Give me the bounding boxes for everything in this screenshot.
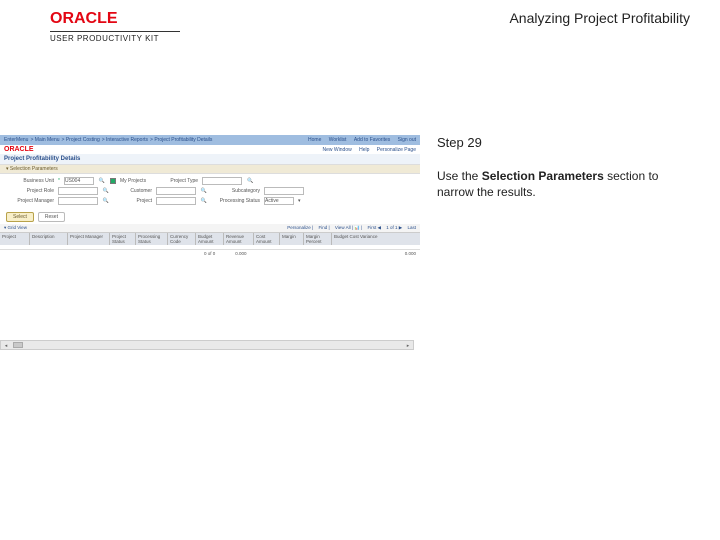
grid-header: Project Description Project Manager Proj… <box>0 233 420 245</box>
col-project[interactable]: Project <box>0 233 30 245</box>
oracle-logo: ORACLE <box>50 10 118 28</box>
panel-title: Project Profitability Details <box>0 154 420 164</box>
project-role-input[interactable] <box>58 187 98 195</box>
breadcrumb-item[interactable]: Project Costing <box>66 137 100 143</box>
page-header: ORACLE USER PRODUCTIVITY KIT Analyzing P… <box>50 10 690 43</box>
link-view-all[interactable]: View All <box>335 225 351 230</box>
lookup-icon[interactable]: 🔍 <box>246 177 254 185</box>
business-unit-input[interactable]: US004 <box>64 177 94 185</box>
footer-sum: 0.000 <box>235 251 246 256</box>
link-favorites[interactable]: Add to Favorites <box>354 137 390 143</box>
grid-footer: 0 of 0 0.000 0.000 <box>0 249 420 257</box>
step-text: Use the Selection Parameters section to … <box>437 168 687 200</box>
oracle-bar: ORACLE New Window Help Personalize Page <box>0 145 420 154</box>
project-input[interactable] <box>156 197 196 205</box>
col-currency[interactable]: Currency Code <box>168 233 196 245</box>
selection-parameters: Business Unit * US004 🔍 My Projects Project… <box>0 174 420 210</box>
breadcrumb-right: Home Worklist Add to Favorites Sign out <box>302 137 416 143</box>
param-row: Project Role 🔍 Customer 🔍 Subcategory <box>6 187 414 195</box>
grid-view-label: Grid View <box>8 225 27 230</box>
breadcrumb-left: EnterMenu> Main Menu> Project Costing> I… <box>4 137 214 143</box>
grid-toolbar: ▾ Grid View Personalize | Find | View Al… <box>0 224 420 233</box>
breadcrumb-item[interactable]: Interactive Reports <box>106 137 148 143</box>
link-new-window[interactable]: New Window <box>323 147 352 153</box>
subcategory-input[interactable] <box>264 187 304 195</box>
breadcrumb-item[interactable]: Main Menu <box>35 137 60 143</box>
link-signout[interactable]: Sign out <box>398 137 416 143</box>
lookup-icon[interactable]: 🔍 <box>102 197 110 205</box>
breadcrumb: EnterMenu> Main Menu> Project Costing> I… <box>0 135 420 145</box>
col-revenue[interactable]: Revenue Amount <box>224 233 254 245</box>
col-margin-pct[interactable]: Margin Percent <box>304 233 332 245</box>
footer-right: 0.000 <box>405 251 416 256</box>
project-manager-input[interactable] <box>58 197 98 205</box>
scroll-right-icon[interactable]: ▸ <box>403 341 413 351</box>
link-find[interactable]: Find <box>318 225 327 230</box>
label-project-manager: Project Manager <box>6 198 54 204</box>
chevron-down-icon[interactable]: ▾ <box>298 198 301 204</box>
selection-parameters-header[interactable]: ▾ Selection Parameters <box>0 164 420 174</box>
lookup-icon[interactable]: 🔍 <box>102 187 110 195</box>
button-bar: Select Reset <box>0 210 420 224</box>
col-description[interactable]: Description <box>30 233 68 245</box>
label-customer: Customer <box>114 188 152 194</box>
lookup-icon[interactable]: 🔍 <box>200 197 208 205</box>
required-icon: * <box>58 178 60 184</box>
link-help[interactable]: Help <box>359 147 369 153</box>
label-project: Project <box>114 198 152 204</box>
label-business-unit: Business Unit <box>6 178 54 184</box>
step-text-bold: Selection Parameters <box>482 169 604 183</box>
step-label: Step 29 <box>437 135 687 150</box>
grid-view-toggle[interactable]: ▾ Grid View <box>4 225 33 231</box>
scroll-thumb[interactable] <box>13 342 23 348</box>
nav-last[interactable]: Last <box>407 225 416 230</box>
breadcrumb-item[interactable]: EnterMenu <box>4 137 28 143</box>
label-my-projects: My Projects <box>120 178 146 184</box>
my-projects-checkbox[interactable] <box>110 178 116 184</box>
oracle-brand: ORACLE <box>4 146 34 153</box>
link-personalize[interactable]: Personalize <box>287 225 311 230</box>
step-text-prefix: Use the <box>437 169 482 183</box>
instruction-panel: Step 29 Use the Selection Parameters sec… <box>437 135 687 200</box>
col-margin[interactable]: Margin <box>280 233 304 245</box>
col-cost[interactable]: Cost Amount <box>254 233 280 245</box>
link-personalize[interactable]: Personalize Page <box>377 147 416 153</box>
link-home[interactable]: Home <box>308 137 321 143</box>
processing-status-select[interactable]: Active <box>264 197 294 205</box>
horizontal-scrollbar[interactable]: ◂ ▸ <box>0 340 414 350</box>
lookup-icon[interactable]: 🔍 <box>98 177 106 185</box>
reset-button[interactable]: Reset <box>38 212 65 222</box>
col-variance[interactable]: Budget Cost Variance <box>332 233 420 245</box>
label-project-role: Project Role <box>6 188 54 194</box>
footer-total: 0 of 0 <box>204 251 215 256</box>
logo-rule <box>50 31 180 32</box>
param-row: Project Manager 🔍 Project 🔍 Processing Sta… <box>6 197 414 205</box>
scroll-left-icon[interactable]: ◂ <box>1 341 11 351</box>
breadcrumb-item[interactable]: Project Profitability Details <box>154 137 212 143</box>
param-row: Business Unit * US004 🔍 My Projects Project… <box>6 177 414 185</box>
page-title: Analyzing Project Profitability <box>509 10 690 43</box>
project-type-input[interactable] <box>202 177 242 185</box>
col-project-status[interactable]: Project Status <box>110 233 136 245</box>
obar-links: New Window Help Personalize Page <box>317 147 416 153</box>
nav-first[interactable]: First <box>368 225 377 230</box>
nav-counter: 1 of 1 <box>386 225 397 230</box>
lookup-icon[interactable]: 🔍 <box>200 187 208 195</box>
grid-toolbar-right: Personalize | Find | View All | 📊 | Firs… <box>283 225 416 231</box>
logo-block: ORACLE USER PRODUCTIVITY KIT <box>50 10 180 43</box>
col-project-manager[interactable]: Project Manager <box>68 233 110 245</box>
label-subcategory: Subcategory <box>212 188 260 194</box>
col-budget[interactable]: Budget Amount <box>196 233 224 245</box>
customer-input[interactable] <box>156 187 196 195</box>
label-project-type: Project Type <box>150 178 198 184</box>
kit-subtitle: USER PRODUCTIVITY KIT <box>50 34 159 43</box>
app-screenshot: EnterMenu> Main Menu> Project Costing> I… <box>0 135 420 350</box>
selection-parameters-label: Selection Parameters <box>10 166 58 172</box>
select-button[interactable]: Select <box>6 212 34 222</box>
label-processing-status: Processing Status <box>212 198 260 204</box>
col-processing-status[interactable]: Processing Status <box>136 233 168 245</box>
link-worklist[interactable]: Worklist <box>329 137 347 143</box>
